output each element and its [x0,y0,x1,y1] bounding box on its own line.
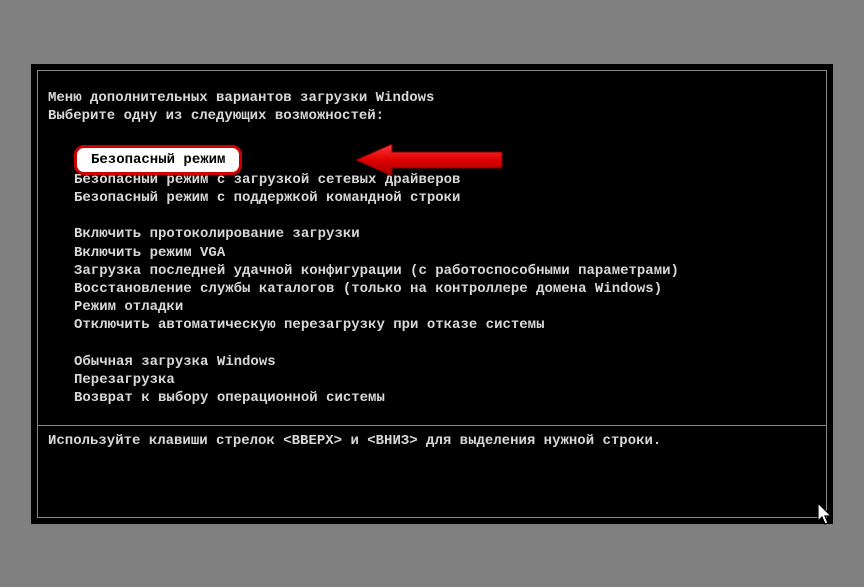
menu-footer-hint: Используйте клавиши стрелок <ВВЕРХ> и <В… [48,432,816,450]
menu-item-disable-auto-restart[interactable]: Отключить автоматическую перезагрузку пр… [74,316,816,334]
menu-item-reboot[interactable]: Перезагрузка [74,371,816,389]
menu-group-safemode: Безопасный режим Безопасный [48,145,816,208]
menu-item-safe-mode[interactable]: Безопасный режим [74,145,242,175]
annotation-arrow-icon [354,142,504,178]
menu-item-ds-restore[interactable]: Восстановление службы каталогов (только … [74,280,816,298]
menu-group-normal: Обычная загрузка Windows Перезагрузка Во… [48,353,816,408]
divider [38,425,826,426]
menu-item-normal-boot[interactable]: Обычная загрузка Windows [74,353,816,371]
menu-item-safe-mode-cmd[interactable]: Безопасный режим с поддержкой командной … [74,189,816,207]
menu-item-debug-mode[interactable]: Режим отладки [74,298,816,316]
boot-menu-window: Меню дополнительных вариантов загрузки W… [31,64,833,524]
menu-group-advanced: Включить протоколирование загрузки Включ… [48,225,816,334]
menu-subtitle: Выберите одну из следующих возможностей: [48,107,816,125]
menu-header: Меню дополнительных вариантов загрузки W… [48,89,816,125]
menu-item-last-known-good[interactable]: Загрузка последней удачной конфигурации … [74,262,816,280]
boot-menu-panel: Меню дополнительных вариантов загрузки W… [37,70,827,518]
menu-item-os-select[interactable]: Возврат к выбору операционной системы [74,389,816,407]
mouse-cursor-icon [816,501,836,527]
menu-item-selected-wrapper: Безопасный режим [74,145,242,175]
menu-title: Меню дополнительных вариантов загрузки W… [48,89,816,107]
menu-item-boot-logging[interactable]: Включить протоколирование загрузки [74,225,816,243]
menu-item-vga-mode[interactable]: Включить режим VGA [74,244,816,262]
